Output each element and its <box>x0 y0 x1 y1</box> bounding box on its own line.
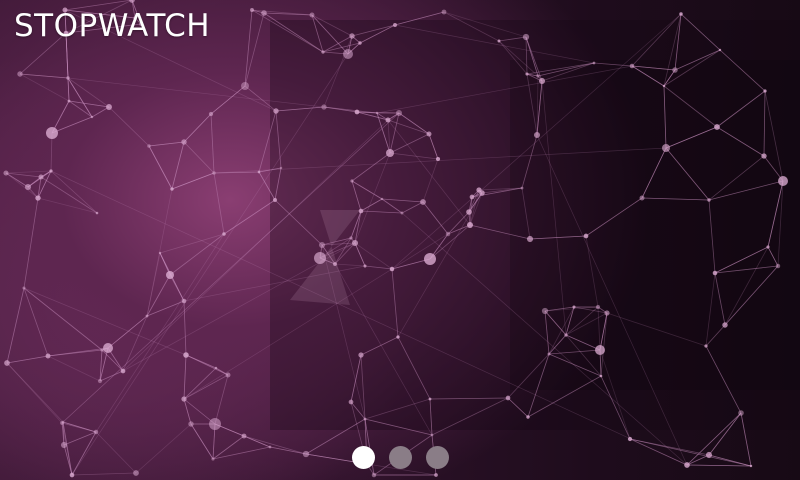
page-indicator <box>0 446 800 470</box>
app-title: STOPWATCH <box>14 8 211 44</box>
page-dot-2[interactable] <box>388 446 412 469</box>
page-dot-3[interactable] <box>425 446 449 469</box>
page-dot-1[interactable] <box>351 446 375 469</box>
mesh-lines <box>5 0 784 476</box>
mesh-nodes <box>3 0 788 478</box>
network-mesh-background <box>3 0 788 478</box>
